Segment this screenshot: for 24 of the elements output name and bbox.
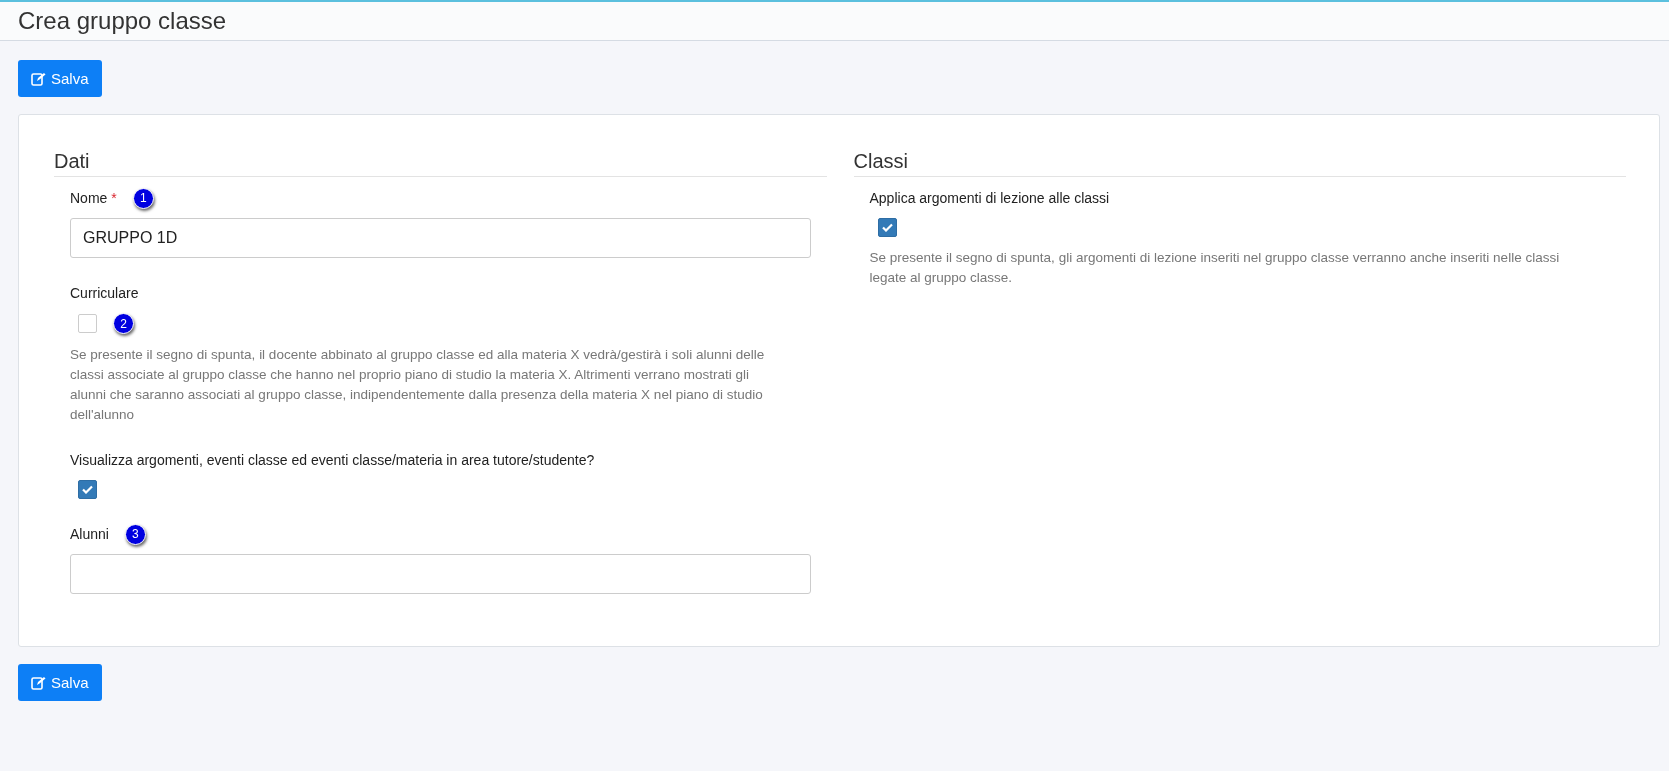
checkbox[interactable]	[78, 480, 97, 499]
field-label: Curriculare	[70, 285, 139, 301]
help-text: Se presente il segno di spunta, il docente abbinato al gruppo classe ed alla materia X vedrà/gestirà i soli alunni delle classi associate al gruppo classe che hanno nel proprio piano di studio la materia X. Altrimenti verrano mostrati gli alunni che saranno associati al gruppo classe, indipendentemente dalla presenza della materia X nel piano di studio dell'alunno	[70, 346, 766, 424]
number-badge: 2	[113, 313, 134, 334]
save-button[interactable]: Salva	[18, 664, 102, 701]
checkmark-icon	[881, 223, 893, 232]
field-label: Alunni	[70, 526, 109, 542]
checkbox[interactable]	[877, 218, 897, 237]
field-label: Visualizza argomenti, eventi classe ed eventi classe/materia in area tutore/studente?	[70, 452, 595, 468]
number-badge: 1	[132, 187, 154, 209]
edit-icon	[31, 71, 46, 86]
field-label: Nome	[70, 190, 108, 206]
checkmark-icon	[82, 485, 93, 494]
number-badge: 3	[124, 523, 146, 545]
edit-icon	[31, 675, 46, 690]
page-title: Crea gruppo classe	[18, 7, 227, 35]
section-title: Dati	[54, 150, 827, 177]
text-field[interactable]: GRUPPO 1D	[70, 218, 811, 258]
required-asterisk: *	[111, 190, 117, 206]
text-field[interactable]	[70, 554, 811, 594]
help-text: Se presente il segno di spunta, gli argomenti di lezione inseriti nel gruppo classe verranno anche inseriti nelle classi legate al gruppo classe.	[869, 249, 1561, 287]
field-label: Applica argomenti di lezione alle classi	[869, 190, 1110, 206]
save-button[interactable]: Salva	[18, 60, 102, 97]
section-title: Classi	[853, 150, 1626, 177]
